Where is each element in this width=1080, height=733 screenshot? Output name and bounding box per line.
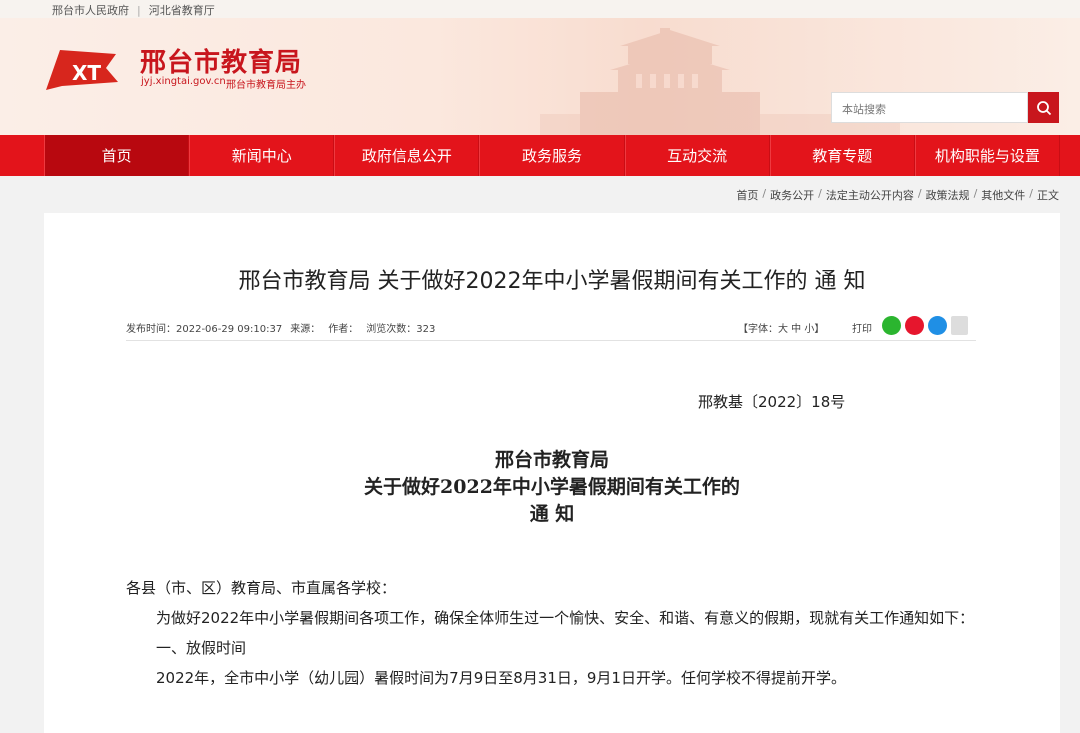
copy-link-icon[interactable]	[951, 316, 968, 335]
print-button[interactable]: 打印	[852, 320, 872, 335]
breadcrumb-home[interactable]: 首页	[736, 187, 758, 203]
separator: /	[1029, 187, 1033, 200]
separator: /	[917, 187, 922, 200]
xt-logo-icon[interactable]: XT	[42, 46, 122, 96]
search-icon	[1036, 100, 1051, 115]
article-panel: 邢台市教育局 关于做好2022年中小学暑假期间有关工作的 通 知 发布时间：20…	[44, 213, 1060, 733]
nav-interaction[interactable]: 互动交流	[624, 135, 770, 176]
share-bar	[882, 316, 968, 335]
source: 来源：	[290, 324, 321, 335]
salutation: 各县（市、区）教育局、市直属各学校：	[126, 579, 397, 597]
breadcrumb-current: 正文	[1037, 189, 1059, 202]
search-input[interactable]: 本站搜索	[831, 92, 1028, 123]
breadcrumb-gov-affairs[interactable]: 政务公开	[770, 187, 814, 203]
breadcrumb-other[interactable]: 其他文件	[981, 187, 1025, 203]
nav-gov-info[interactable]: 政府信息公开	[334, 135, 480, 176]
site-url: jyj.xingtai.gov.cn	[141, 76, 226, 87]
breadcrumb-policy[interactable]: 政策法规	[926, 187, 970, 203]
nav-home[interactable]: 首页	[44, 135, 190, 176]
breadcrumb-statutory[interactable]: 法定主动公开内容	[826, 187, 914, 203]
article-title: 邢台市教育局 关于做好2022年中小学暑假期间有关工作的 通 知	[238, 269, 866, 294]
breadcrumb: 首页 / 政务公开 / 法定主动公开内容 / 政策法规 / 其他文件 / 正文	[736, 187, 1059, 203]
nav-news[interactable]: 新闻中心	[189, 135, 335, 176]
header-banner: XT 邢台市教育局 jyj.xingtai.gov.cn 邢台市教育局主办 本站…	[0, 18, 1080, 135]
weibo-share-icon[interactable]	[905, 316, 924, 335]
site-sponsor: 邢台市教育局主办	[226, 80, 306, 91]
section-heading-1: 一、放假时间	[156, 639, 247, 657]
doc-title-line-1: 邢台市教育局	[494, 449, 609, 471]
wechat-share-icon[interactable]	[882, 316, 901, 335]
qq-share-icon[interactable]	[928, 316, 947, 335]
top-links-bar: 邢台市人民政府 | 河北省教育厅	[0, 0, 1080, 18]
nav-topics[interactable]: 教育专题	[769, 135, 915, 176]
font-size-switcher[interactable]: 【字体：大 中 小】	[738, 320, 824, 335]
separator: |	[137, 3, 141, 17]
separator: /	[818, 187, 822, 200]
document-title: 邢台市教育局 关于做好2022年中小学暑假期间有关工作的 通 知	[44, 447, 1060, 528]
publish-time: 发布时间：2022-06-29 09:10:37	[126, 324, 283, 335]
doc-title-line-2: 关于做好2022年中小学暑假期间有关工作的	[364, 476, 740, 498]
site-name[interactable]: 邢台市教育局	[140, 42, 302, 79]
author: 作者：	[328, 324, 359, 335]
logo-letters: XT	[72, 61, 101, 85]
article-meta: 发布时间：2022-06-29 09:10:37 来源： 作者： 浏览次数：32…	[126, 320, 435, 335]
view-count: 浏览次数：323	[366, 324, 436, 335]
nav-organization[interactable]: 机构职能与设置	[914, 135, 1060, 176]
separator: /	[762, 187, 767, 200]
meta-divider	[126, 340, 976, 341]
paragraph-2: 2022年，全市中小学（幼儿园）暑假时间为7月9日至8月31日，9月1日开学。任…	[156, 669, 846, 687]
link-city-government[interactable]: 邢台市人民政府	[52, 2, 129, 18]
link-province-education[interactable]: 河北省教育厅	[149, 2, 215, 18]
doc-title-line-3: 通 知	[529, 503, 575, 525]
separator: /	[973, 187, 978, 200]
paragraph-1: 为做好2022年中小学暑假期间各项工作，确保全体师生过一个愉快、安全、和谐、有意…	[156, 609, 975, 627]
search-button[interactable]	[1028, 92, 1059, 123]
main-nav: 首页 新闻中心 政府信息公开 政务服务 互动交流 教育专题 机构职能与设置	[0, 135, 1080, 176]
document-body: 各县（市、区）教育局、市直属各学校： 为做好2022年中小学暑假期间各项工作，确…	[126, 573, 986, 693]
document-number: 邢教基〔2022〕18号	[698, 393, 846, 411]
nav-services[interactable]: 政务服务	[479, 135, 625, 176]
